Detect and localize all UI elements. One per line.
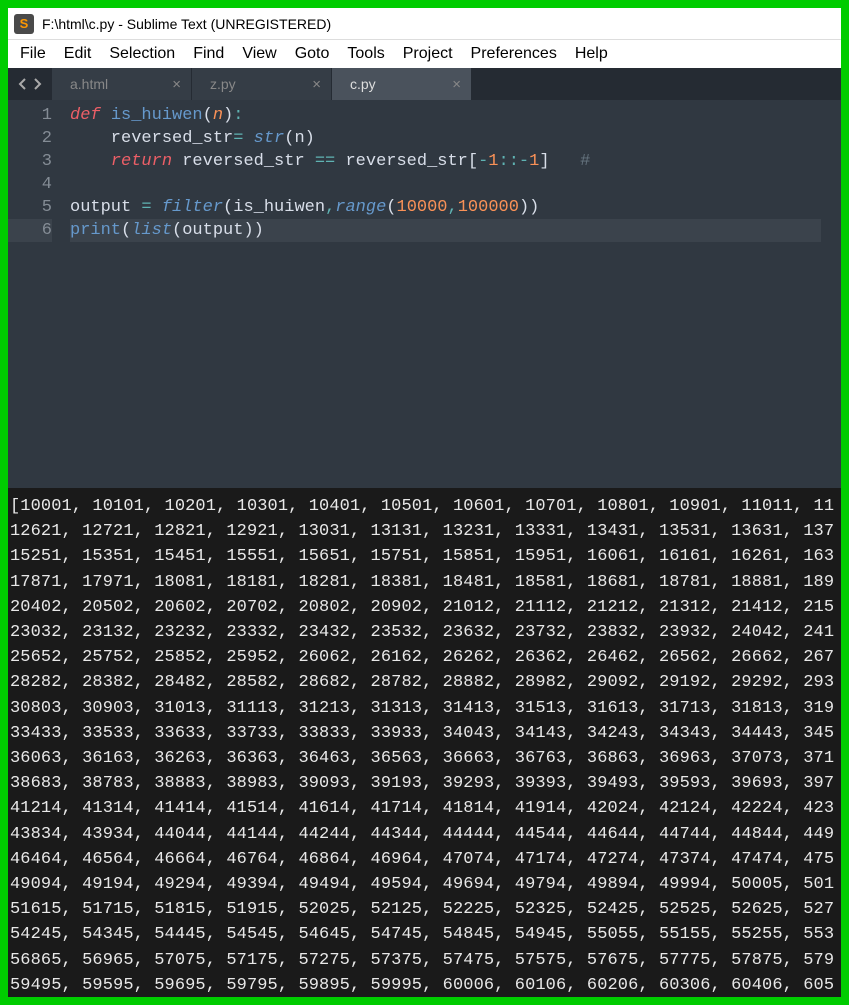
menu-tools[interactable]: Tools xyxy=(347,45,384,63)
code-area[interactable]: 123456 def is_huiwen(n): reversed_str= s… xyxy=(8,100,841,488)
tab-a-html[interactable]: a.html × xyxy=(52,68,192,100)
tab-nav-arrows[interactable] xyxy=(8,77,52,91)
menu-bar: File Edit Selection Find View Goto Tools… xyxy=(8,40,841,68)
code-content[interactable]: def is_huiwen(n): reversed_str= str(n) r… xyxy=(70,104,841,488)
editor-area: a.html × z.py × c.py × 123456 def is_hui… xyxy=(8,68,841,488)
menu-edit[interactable]: Edit xyxy=(64,45,92,63)
menu-view[interactable]: View xyxy=(242,45,276,63)
menu-file[interactable]: File xyxy=(20,45,46,63)
arrow-left-icon xyxy=(18,77,28,91)
close-icon[interactable]: × xyxy=(312,76,321,93)
menu-goto[interactable]: Goto xyxy=(295,45,330,63)
console-output: [10001, 10101, 10201, 10301, 10401, 1050… xyxy=(8,488,841,997)
menu-help[interactable]: Help xyxy=(575,45,608,63)
menu-selection[interactable]: Selection xyxy=(109,45,175,63)
line-number-gutter: 123456 xyxy=(8,104,70,488)
menu-find[interactable]: Find xyxy=(193,45,224,63)
tab-z-py[interactable]: z.py × xyxy=(192,68,332,100)
sublime-icon: S xyxy=(14,14,34,34)
tab-label: a.html xyxy=(70,76,108,92)
arrow-right-icon xyxy=(32,77,42,91)
window-title: F:\html\c.py - Sublime Text (UNREGISTERE… xyxy=(42,16,331,32)
app-window: S F:\html\c.py - Sublime Text (UNREGISTE… xyxy=(8,8,841,997)
close-icon[interactable]: × xyxy=(172,76,181,93)
minimap[interactable] xyxy=(821,100,841,488)
title-bar: S F:\html\c.py - Sublime Text (UNREGISTE… xyxy=(8,8,841,40)
close-icon[interactable]: × xyxy=(452,76,461,93)
tab-c-py[interactable]: c.py × xyxy=(332,68,472,100)
tab-row: a.html × z.py × c.py × xyxy=(8,68,841,100)
menu-project[interactable]: Project xyxy=(403,45,453,63)
tab-label: c.py xyxy=(350,76,376,92)
tab-label: z.py xyxy=(210,76,236,92)
menu-preferences[interactable]: Preferences xyxy=(471,45,557,63)
